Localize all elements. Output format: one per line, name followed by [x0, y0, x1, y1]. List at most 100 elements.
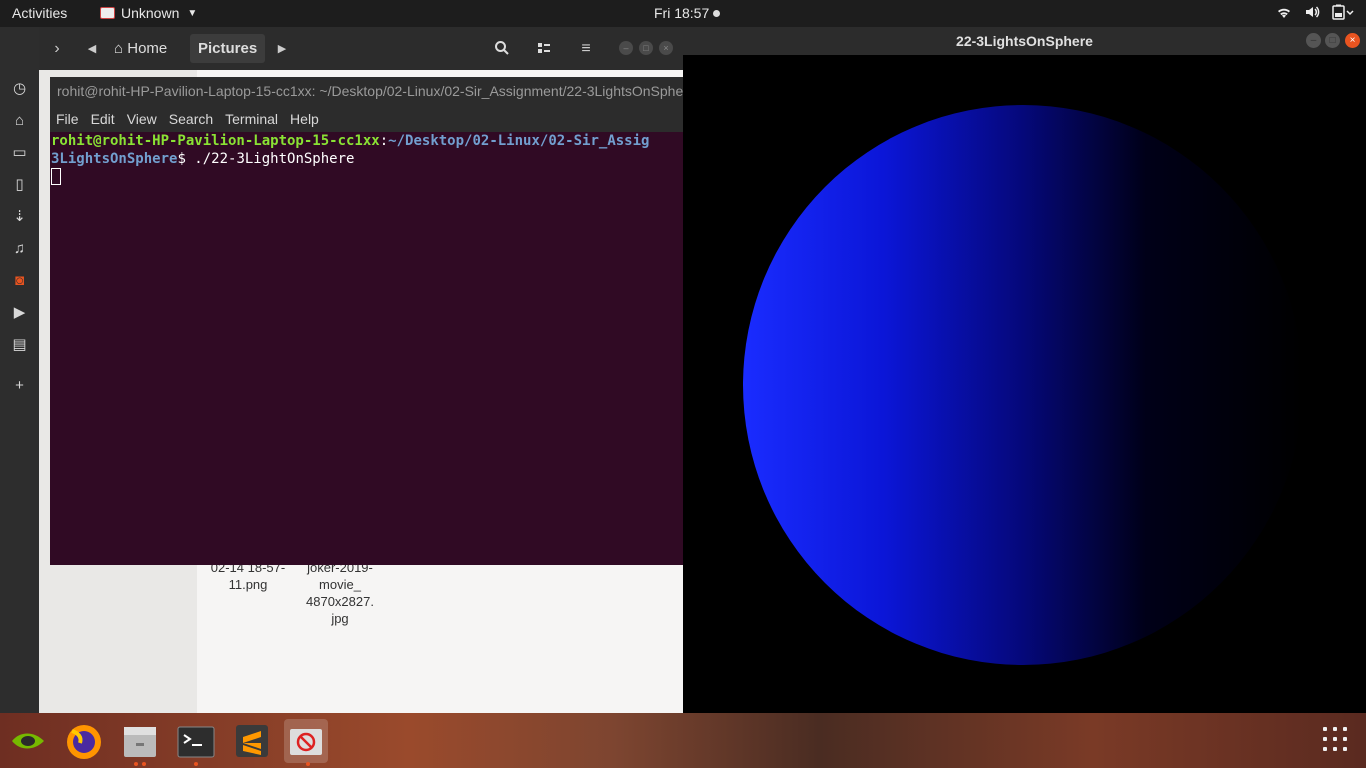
trash-button[interactable]: ▤ — [0, 332, 39, 358]
grid-dot-icon — [1333, 737, 1337, 741]
file-item-joker[interactable]: joker-2019- movie_ 4870x2827. jpg — [297, 559, 383, 627]
view-toggle-button[interactable] — [528, 35, 560, 63]
menu-view[interactable]: View — [121, 111, 163, 127]
taskbar — [0, 713, 335, 768]
minimize-button[interactable]: – — [619, 41, 633, 55]
grid-dot-icon — [1323, 727, 1327, 731]
close-icon: × — [663, 43, 669, 53]
running-indicator — [134, 762, 138, 766]
terminal-output[interactable]: rohit@rohit-HP-Pavilion-Laptop-15-cc1xx:… — [51, 132, 683, 187]
terminal-menubar: File Edit View Search Terminal Help — [50, 106, 683, 132]
nvidia-icon — [6, 733, 50, 767]
chevron-right-icon: › — [54, 40, 60, 57]
close-icon: × — [1349, 35, 1356, 46]
terminal-cursor — [51, 168, 61, 185]
taskbar-nvidia[interactable] — [6, 719, 50, 763]
music-button[interactable]: ♫ — [0, 236, 39, 262]
maximize-icon: □ — [1329, 35, 1336, 46]
downloads-button[interactable]: ⇣ — [0, 204, 39, 230]
menu-search[interactable]: Search — [163, 111, 219, 127]
home-icon: ⌂ — [14, 112, 25, 129]
triangle-right-icon: ▶ — [277, 43, 287, 55]
menu-edit[interactable]: Edit — [85, 111, 121, 127]
terminal-window[interactable]: rohit@rohit-HP-Pavilion-Laptop-15-cc1xx:… — [50, 77, 683, 565]
show-applications-button[interactable] — [1323, 727, 1351, 755]
system-tray[interactable] — [1276, 4, 1354, 23]
add-icon: + — [15, 377, 24, 394]
minimize-icon: – — [623, 43, 629, 53]
maximize-button[interactable]: □ — [639, 41, 653, 55]
documents-folder-button[interactable]: ▭ — [0, 140, 39, 166]
activities-button[interactable]: Activities — [12, 5, 67, 21]
path-pictures-label: Pictures — [198, 40, 258, 57]
running-indicator — [306, 762, 310, 766]
triangle-left-icon: ◀ — [87, 43, 97, 55]
prompt-separator: : — [379, 133, 389, 149]
top-bar: Activities Unknown ▼ Fri 18:57 — [0, 0, 1366, 27]
home-folder-button[interactable]: ⌂ — [0, 108, 39, 134]
hamburger-menu-icon: ≡ — [581, 40, 591, 57]
prompt-path-continued: 3LightsOnSphere — [51, 151, 178, 167]
taskbar-terminal[interactable] — [174, 719, 218, 763]
documents-folder-icon: ▭ — [12, 144, 27, 161]
grid-dot-icon — [1323, 737, 1327, 741]
gl-close-button[interactable]: × — [1345, 33, 1360, 48]
files-icon — [118, 727, 162, 767]
document-button[interactable]: ▯ — [0, 172, 39, 198]
app-icon — [100, 7, 115, 19]
menu-file[interactable]: File — [50, 111, 85, 127]
lit-sphere — [743, 105, 1303, 665]
path-pictures-button[interactable]: Pictures — [190, 34, 266, 63]
grid-dot-icon — [1333, 747, 1337, 751]
search-icon — [494, 40, 510, 57]
forward-button[interactable]: › — [42, 35, 72, 63]
app-menu[interactable]: Unknown ▼ — [100, 5, 197, 21]
running-indicator — [142, 762, 146, 766]
menu-help[interactable]: Help — [284, 111, 325, 127]
taskbar-files[interactable] — [118, 719, 162, 763]
search-button[interactable] — [486, 35, 518, 63]
pictures-button[interactable]: ◙ — [0, 268, 39, 294]
grid-dot-icon — [1343, 727, 1347, 731]
grid-dot-icon — [1333, 727, 1337, 731]
menu-terminal[interactable]: Terminal — [219, 111, 284, 127]
taskbar-firefox[interactable] — [62, 719, 106, 763]
menu-button[interactable]: ≡ — [570, 35, 602, 63]
videos-icon: ▶ — [13, 304, 26, 321]
prompt-path: ~/Desktop/02-Linux/02-Sir_Assig — [388, 133, 650, 149]
prompt-user: rohit@rohit-HP-Pavilion-Laptop-15-cc1xx — [51, 133, 380, 149]
downloads-icon: ⇣ — [13, 208, 26, 225]
chevron-down-icon: ▼ — [187, 7, 198, 19]
recent-button[interactable]: ◷ — [0, 76, 39, 102]
gl-canvas — [743, 105, 1303, 665]
grid-dot-icon — [1343, 737, 1347, 741]
path-home-label: Home — [127, 40, 168, 57]
wifi-icon — [1276, 4, 1292, 23]
videos-button[interactable]: ▶ — [0, 300, 39, 326]
terminal-title: rohit@rohit-HP-Pavilion-Laptop-15-cc1xx:… — [50, 77, 683, 106]
path-scroll-right-button[interactable]: ▶ — [272, 35, 292, 63]
grid-dot-icon — [1323, 747, 1327, 751]
close-button[interactable]: × — [659, 41, 673, 55]
document-icon: ▯ — [15, 176, 24, 193]
firefox-icon — [62, 725, 106, 767]
gl-minimize-button[interactable]: – — [1306, 33, 1321, 48]
camera-icon: ◙ — [14, 272, 25, 289]
path-home-button[interactable]: ⌂ Home — [106, 34, 175, 63]
home-icon: ⌂ — [114, 40, 124, 57]
recent-icon: ◷ — [12, 80, 27, 97]
battery-icon — [1332, 4, 1354, 23]
taskbar-gl-app[interactable] — [284, 719, 328, 763]
terminal-command: $ ./22-3LightOnSphere — [177, 151, 355, 167]
trash-icon: ▤ — [12, 336, 27, 353]
other-locations-button[interactable]: + — [0, 373, 39, 399]
gl-app-window: 22-3LightsOnSphere – □ × — [683, 27, 1366, 713]
taskbar-sublime[interactable] — [230, 719, 274, 763]
clock[interactable]: Fri 18:57 — [654, 5, 721, 21]
file-manager-headerbar: ‹ › ◀ ⌂ Home Pictures ▶ ≡ – □ × — [0, 27, 683, 70]
path-scroll-left-button[interactable]: ◀ — [82, 35, 102, 63]
gl-maximize-button[interactable]: □ — [1325, 33, 1340, 48]
grid-dot-icon — [1343, 747, 1347, 751]
left-dock: ◷ ⌂ ▭ ▯ ⇣ ♫ ◙ ▶ ▤ + — [0, 27, 39, 713]
sublime-icon — [230, 725, 274, 767]
